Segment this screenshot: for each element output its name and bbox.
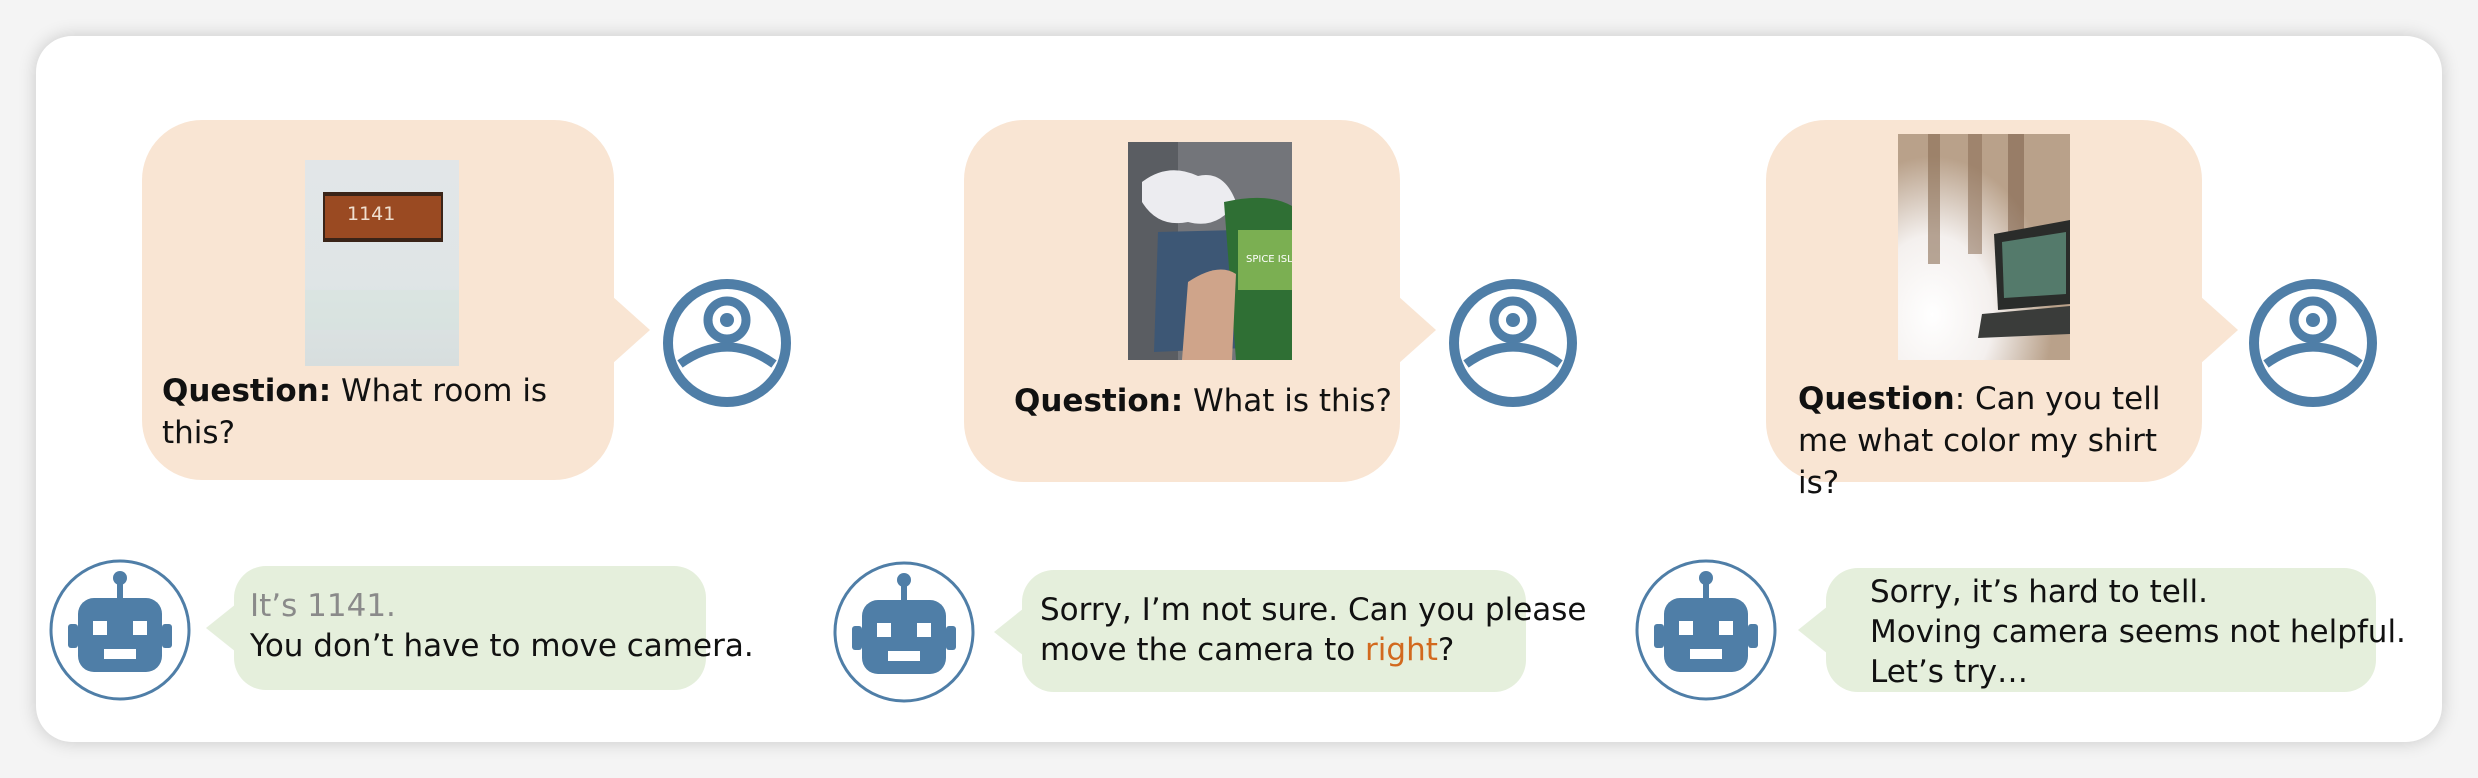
user-avatar-icon bbox=[663, 279, 791, 407]
question-bubble-1: 1141 Question: What room is this? bbox=[142, 120, 650, 480]
answer-line-3b: Moving camera seems not helpful. bbox=[1870, 614, 2406, 650]
can-label: SPICE ISLANDS GARLIC SALT bbox=[1246, 254, 1292, 265]
answer-line-3c: Let’s try… bbox=[1870, 654, 2029, 690]
robot-icon bbox=[1635, 559, 1777, 701]
question-text-2: Question: What is this? bbox=[1014, 383, 1392, 419]
answer-line-2a: Sorry, I’m not sure. Can you please bbox=[1040, 592, 1587, 628]
answer-line-3a: Sorry, it’s hard to tell. bbox=[1870, 574, 2208, 610]
user-avatar-icon bbox=[1449, 279, 1577, 407]
answer-bubble-1: It’s 1141. You don’t have to move camera… bbox=[206, 566, 754, 690]
question-bubble-2: SPICE ISLANDS GARLIC SALT Question: What… bbox=[964, 120, 1436, 482]
sign-number: 1141 bbox=[347, 203, 395, 225]
answer-line-1b: You don’t have to move camera. bbox=[250, 628, 754, 664]
answer-line-2b: move the camera to right? bbox=[1040, 632, 1455, 668]
answer-bubble-2: Sorry, I’m not sure. Can you please move… bbox=[994, 570, 1587, 692]
direction-highlight: right bbox=[1365, 632, 1438, 668]
question-text-3: Question: Can you tell me what color my … bbox=[1798, 381, 2161, 501]
photo-room-sign: 1141 bbox=[305, 160, 459, 366]
answer-line-1a: It’s 1141. bbox=[250, 588, 396, 624]
question-bubble-3: Question: Can you tell me what color my … bbox=[1766, 120, 2238, 501]
question-text-1: Question: What room is this? bbox=[162, 373, 548, 451]
answer-bubble-3: Sorry, it’s hard to tell. Moving camera … bbox=[1798, 568, 2406, 692]
robot-icon bbox=[833, 561, 975, 703]
user-avatar-icon bbox=[2249, 279, 2377, 407]
robot-icon bbox=[49, 559, 191, 701]
photo-spice-jar: SPICE ISLANDS GARLIC SALT bbox=[1128, 142, 1292, 360]
photo-laptop-room bbox=[1898, 134, 2070, 360]
